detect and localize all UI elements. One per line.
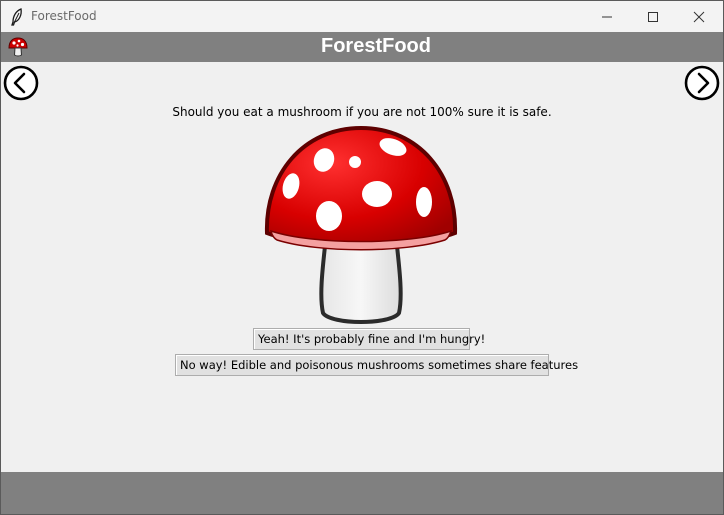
close-button[interactable] (676, 1, 722, 32)
previous-button[interactable] (3, 65, 39, 101)
title-bar[interactable]: ForestFood (1, 1, 723, 32)
question-text: Should you eat a mushroom if you are not… (172, 105, 552, 119)
minimize-button[interactable] (584, 1, 630, 32)
close-icon (693, 11, 705, 22)
maximize-icon (648, 11, 658, 22)
app-title: ForestFood (321, 35, 431, 57)
footer-bar (1, 472, 723, 514)
next-button[interactable] (684, 65, 720, 101)
app-window: ForestFood ForestFood Should you eat a m… (0, 0, 724, 515)
maximize-button[interactable] (630, 1, 676, 32)
feather-icon (11, 8, 22, 26)
minimize-icon (602, 16, 612, 17)
answer-yes-button[interactable]: Yeah! It's probably fine and I'm hungry! (253, 328, 485, 350)
answer-no-button[interactable]: No way! Edible and poisonous mushrooms s… (175, 354, 578, 376)
mushroom-image (264, 125, 458, 324)
app-header: ForestFood (1, 32, 723, 62)
window-title: ForestFood (31, 9, 97, 23)
